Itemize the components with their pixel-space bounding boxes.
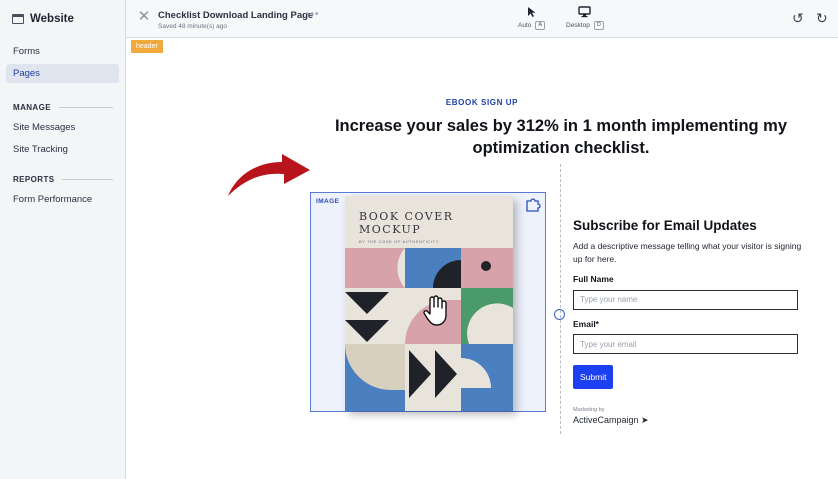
editor-topbar: ✕ Checklist Download Landing Page ••• Sa… <box>126 0 838 38</box>
sidebar-item-pages[interactable]: Pages <box>6 64 119 83</box>
sidebar-item-site-tracking[interactable]: Site Tracking <box>6 140 119 159</box>
email-label: Email* <box>573 318 599 329</box>
form-title[interactable]: Subscribe for Email Updates <box>573 218 803 233</box>
full-name-label: Full Name <box>573 274 614 284</box>
eyebrow-text[interactable]: EBOOK SIGN UP <box>126 98 838 107</box>
hand-cursor-icon <box>423 295 447 326</box>
section-tag[interactable]: header <box>131 40 163 53</box>
puzzle-icon[interactable] <box>524 196 542 214</box>
monitor-icon <box>578 6 592 18</box>
sidebar: Website Forms Pages MANAGE Site Messages… <box>0 0 126 479</box>
page-title[interactable]: Checklist Download Landing Page <box>158 10 313 21</box>
book-cover-artwork <box>345 248 513 411</box>
shortcut-key-a: A <box>535 21 546 30</box>
column-divider <box>560 164 561 434</box>
sidebar-brand: Website <box>0 0 125 38</box>
headline[interactable]: Increase your sales by 312% in 1 month i… <box>326 115 796 159</box>
redo-icon[interactable]: ↻ <box>816 10 828 27</box>
website-icon <box>12 14 24 24</box>
marketing-by-text: Marketing by <box>573 407 605 413</box>
activecampaign-logo[interactable]: ActiveCampaign ➤ <box>573 415 803 426</box>
email-input[interactable] <box>573 334 798 354</box>
view-desktop-label: Desktop <box>566 22 590 29</box>
sidebar-title: Website <box>30 13 74 25</box>
sidebar-item-forms[interactable]: Forms <box>6 42 119 61</box>
shortcut-key-d: D <box>593 21 604 30</box>
section-label-reports: REPORTS <box>13 175 119 184</box>
full-name-input[interactable] <box>573 289 798 310</box>
saved-status: Saved 48 minute(s) ago <box>158 23 228 30</box>
view-desktop-button[interactable]: Desktop D <box>566 6 604 30</box>
image-block-label: IMAGE <box>316 198 340 205</box>
submit-button[interactable]: Submit <box>573 365 614 389</box>
close-icon[interactable]: ✕ <box>137 9 151 24</box>
book-subtitle: BY THE CODE OF AUTHENTICITY <box>359 239 439 244</box>
view-auto-label: Auto <box>518 22 532 29</box>
view-auto-button[interactable]: Auto A <box>518 6 546 30</box>
section-label-manage: MANAGE <box>13 103 119 112</box>
undo-icon[interactable]: ↺ <box>792 10 804 27</box>
form-description[interactable]: Add a descriptive message telling what y… <box>573 240 803 266</box>
more-options-icon[interactable]: ••• <box>306 9 320 20</box>
cursor-icon <box>527 7 536 17</box>
sidebar-item-form-performance[interactable]: Form Performance <box>6 190 119 209</box>
sidebar-item-site-messages[interactable]: Site Messages <box>6 118 119 137</box>
page-canvas[interactable]: header EBOOK SIGN UP Increase your sales… <box>126 38 838 479</box>
image-block[interactable]: IMAGE BOOK COVER MOCKUP BY THE CODE OF A… <box>310 192 546 412</box>
subscribe-form: Subscribe for Email Updates Add a descri… <box>573 218 803 426</box>
book-title: BOOK COVER MOCKUP <box>359 210 454 236</box>
red-arrow-icon <box>228 154 310 196</box>
